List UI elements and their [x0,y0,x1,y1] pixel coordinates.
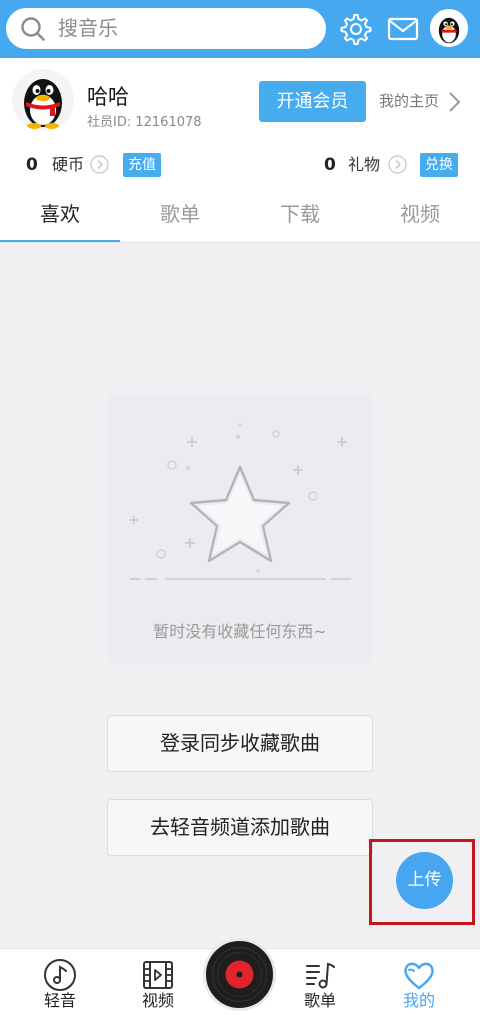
profile-section: 哈哈 社员ID: 12161078 开通会员 我的主页 [0,58,480,144]
nav-label: 我的 [402,991,435,1010]
upload-button[interactable]: 上传 [396,852,453,909]
coins-count: 0 [26,155,38,175]
nav-label: 歌单 [303,991,336,1010]
search-placeholder: 搜音乐 [58,16,118,40]
username: 哈哈 [87,85,129,109]
star-icon [130,423,351,580]
gifts-label: 礼物 [348,155,381,174]
member-id: 社员ID: 12161078 [87,115,202,130]
avatar[interactable] [430,9,468,47]
divider [0,242,480,243]
empty-state: 暂时没有收藏任何东西~ [108,395,372,663]
nav-label: 轻音 [43,991,76,1010]
avatar[interactable] [12,69,74,131]
search-icon [21,17,45,41]
tab-favorites[interactable]: 喜欢 [0,186,120,243]
playlist-icon [306,962,335,989]
mail-icon[interactable] [386,12,420,46]
tab-playlists[interactable]: 歌单 [120,186,240,243]
player-disc[interactable] [203,938,276,1011]
film-icon [143,961,173,989]
vinyl-disc-icon [206,941,273,1008]
chevron-right-icon[interactable] [447,91,461,113]
penguin-avatar-icon [438,17,460,44]
search-bar[interactable]: 搜音乐 [6,8,326,49]
homepage-link[interactable]: 我的主页 [379,91,439,111]
nav-label: 视频 [141,991,174,1010]
coins-label: 硬币 [52,155,85,174]
top-bar: 搜音乐 [0,0,480,58]
wallet-row: 0 硬币 充值 0 礼物 兑换 [0,144,480,186]
vip-button[interactable]: 开通会员 [259,81,366,122]
add-songs-button[interactable]: 去轻音频道添加歌曲 [107,799,373,856]
nav-light-music[interactable]: 轻音 [12,949,108,1015]
nav-video[interactable]: 视频 [110,949,206,1015]
login-sync-button[interactable]: 登录同步收藏歌曲 [107,715,373,772]
nav-playlists[interactable]: 歌单 [272,949,368,1015]
recharge-button[interactable]: 充值 [123,153,161,177]
nav-mine[interactable]: 我的 [371,949,467,1015]
tab-bar: 喜欢 歌单 下载 视频 [0,186,480,243]
gear-icon[interactable] [339,12,373,46]
gifts-arrow-icon[interactable] [388,155,407,174]
tab-videos[interactable]: 视频 [360,186,480,243]
music-note-icon [44,959,76,991]
tab-downloads[interactable]: 下载 [240,186,360,243]
exchange-button[interactable]: 兑换 [420,153,458,177]
penguin-avatar-icon [12,69,74,131]
coins-arrow-icon[interactable] [90,155,109,174]
heart-icon [404,962,434,990]
empty-message: 暂时没有收藏任何东西~ [153,622,327,641]
gifts-count: 0 [324,155,336,175]
